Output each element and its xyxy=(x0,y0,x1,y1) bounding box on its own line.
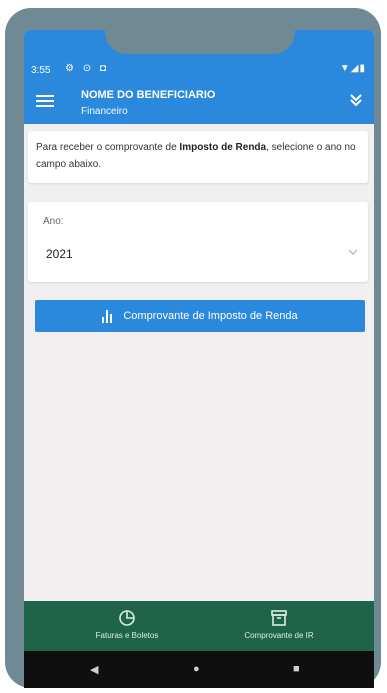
nav-item-faturas-label: Faturas e Boletos xyxy=(95,631,159,640)
app-bar: NOME DO BENEFICIARIO Financeiro xyxy=(24,82,374,124)
page-subtitle: Financeiro xyxy=(81,106,128,117)
chevron-double-down-icon[interactable] xyxy=(350,94,362,110)
status-time: 3:55 xyxy=(31,65,51,76)
year-value[interactable]: 2021 xyxy=(46,247,73,261)
menu-icon[interactable] xyxy=(36,92,54,108)
status-signal-battery-icons: ▼◢▮ xyxy=(339,63,366,74)
bar-chart-icon xyxy=(102,309,114,323)
page-title: NOME DO BENEFICIARIO xyxy=(81,89,216,101)
comprovante-ir-button[interactable]: Comprovante de Imposto de Renda xyxy=(35,300,365,332)
comprovante-ir-button-label: Comprovante de Imposto de Renda xyxy=(123,310,298,322)
nav-item-faturas[interactable]: Faturas e Boletos xyxy=(67,609,187,640)
recent-apps-icon[interactable]: ■ xyxy=(293,663,300,675)
nav-item-comprovante-ir[interactable]: Comprovante de IR xyxy=(219,609,339,640)
info-text-bold: Imposto de Renda xyxy=(179,142,267,153)
year-select[interactable]: Ano: 2021 xyxy=(28,202,368,282)
home-icon[interactable]: ● xyxy=(193,663,200,675)
archive-box-icon xyxy=(271,610,287,626)
phone-frame: 3:55 ⚙ ⊙ ◘ ▼◢▮ NOME DO BENEFICIARIO Fina… xyxy=(5,8,381,688)
chevron-down-icon[interactable] xyxy=(348,247,358,258)
android-navigation-bar: ◀ ● ■ xyxy=(24,651,374,688)
bottom-navigation: Faturas e Boletos Comprovante de IR xyxy=(24,601,374,651)
pie-chart-icon xyxy=(119,610,135,626)
back-icon[interactable]: ◀ xyxy=(90,663,98,676)
nav-item-comprovante-ir-label: Comprovante de IR xyxy=(244,631,314,640)
app-screen: 3:55 ⚙ ⊙ ◘ ▼◢▮ NOME DO BENEFICIARIO Fina… xyxy=(24,30,374,688)
info-text-start: Para receber o comprovante de xyxy=(36,142,180,153)
phone-notch xyxy=(105,16,295,54)
info-card: Para receber o comprovante de Imposto de… xyxy=(28,131,368,183)
year-label: Ano: xyxy=(43,216,64,227)
status-notification-icons: ⚙ ⊙ ◘ xyxy=(65,63,109,74)
